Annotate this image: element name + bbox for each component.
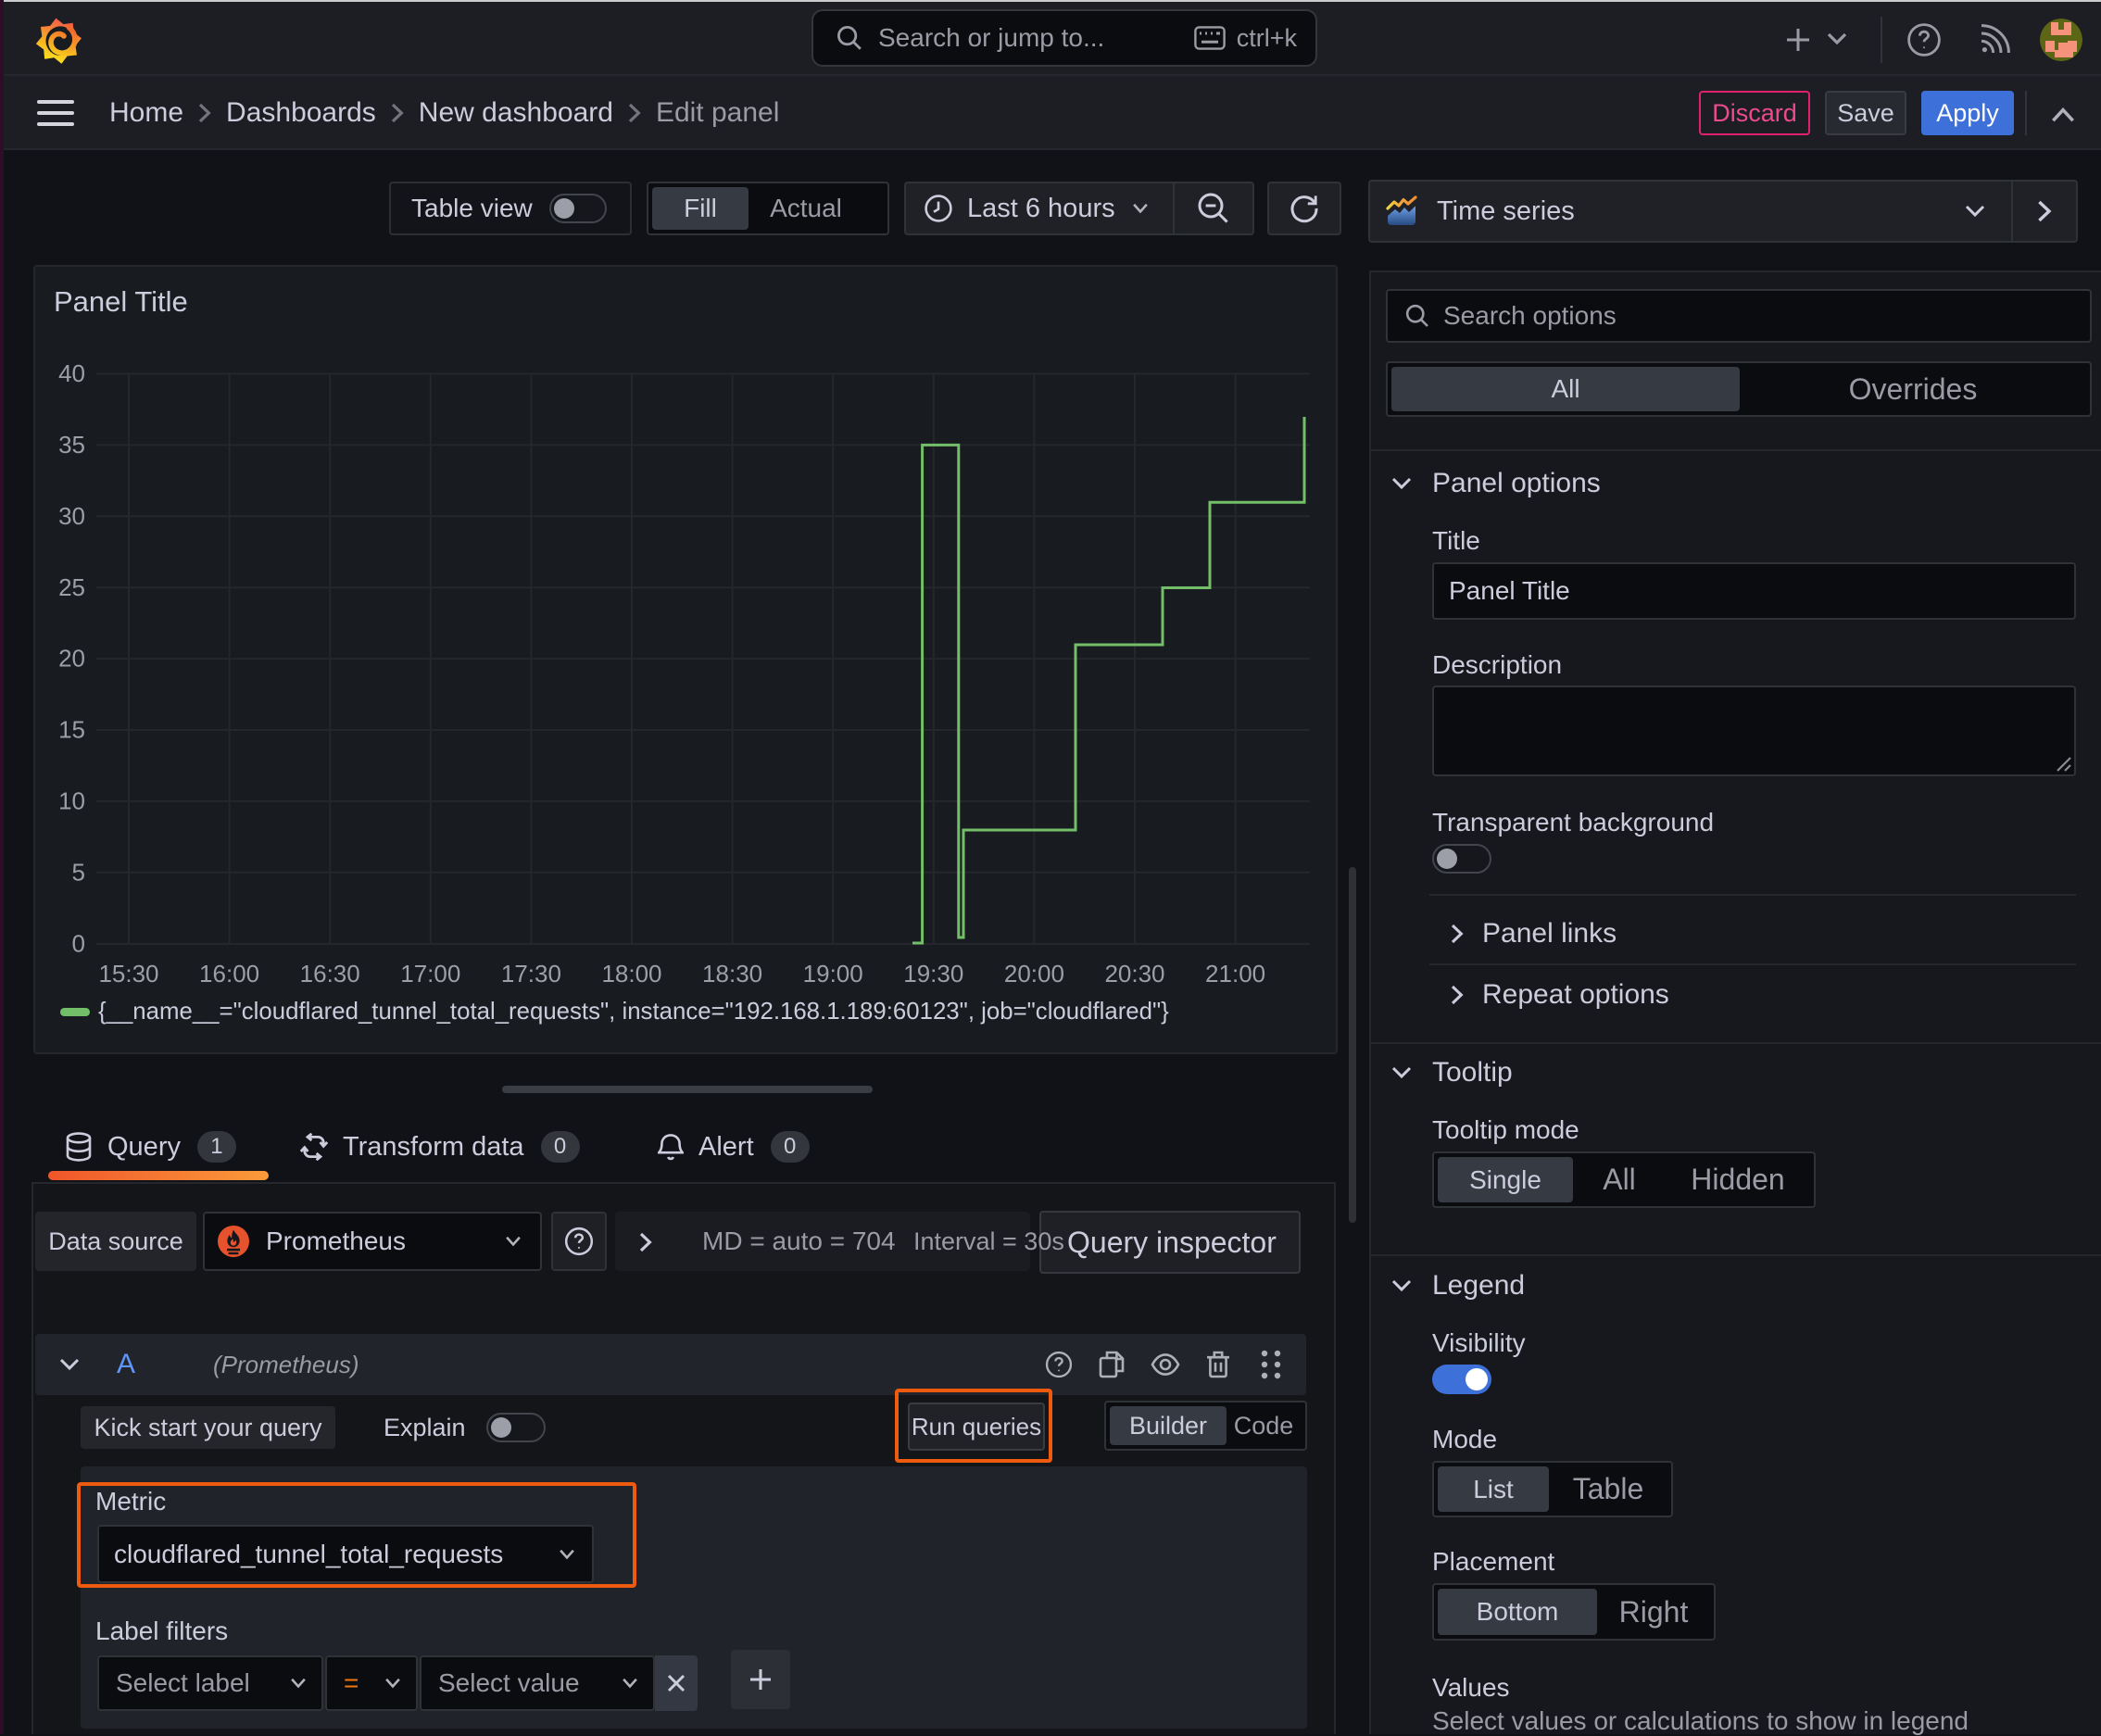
svg-text:15:30: 15:30 <box>98 960 158 988</box>
svg-text:17:00: 17:00 <box>400 960 460 988</box>
svg-text:0: 0 <box>72 930 85 958</box>
svg-text:40: 40 <box>58 359 85 387</box>
svg-text:21:00: 21:00 <box>1205 960 1265 988</box>
svg-text:16:00: 16:00 <box>199 960 259 988</box>
svg-text:10: 10 <box>58 787 85 815</box>
svg-text:16:30: 16:30 <box>300 960 360 988</box>
svg-text:18:30: 18:30 <box>702 960 762 988</box>
svg-text:20: 20 <box>58 645 85 673</box>
svg-text:20:00: 20:00 <box>1004 960 1064 988</box>
svg-text:17:30: 17:30 <box>501 960 561 988</box>
svg-text:19:30: 19:30 <box>903 960 963 988</box>
svg-text:18:00: 18:00 <box>601 960 661 988</box>
svg-text:{__name__="cloudflared_tunnel_: {__name__="cloudflared_tunnel_total_requ… <box>98 999 1169 1025</box>
svg-text:30: 30 <box>58 502 85 530</box>
svg-text:5: 5 <box>72 858 85 886</box>
svg-text:20:30: 20:30 <box>1104 960 1164 988</box>
svg-text:25: 25 <box>58 573 85 601</box>
svg-text:19:00: 19:00 <box>803 960 863 988</box>
svg-text:15: 15 <box>58 716 85 744</box>
svg-text:35: 35 <box>58 431 85 459</box>
